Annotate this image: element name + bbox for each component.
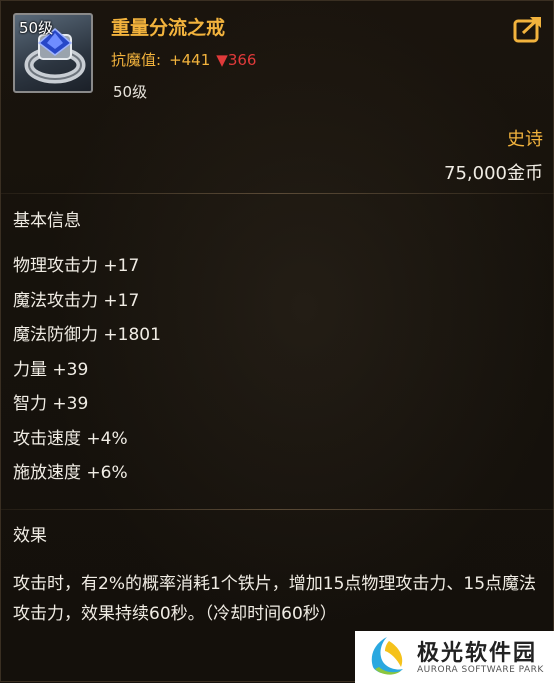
effect-description: 攻击时，有2%的概率消耗1个铁片，增加15点物理攻击力、15点魔法攻击力，效果持…	[13, 574, 537, 624]
share-icon	[513, 17, 541, 43]
watermark-subtitle: AURORA SOFTWARE PARK	[417, 665, 544, 675]
stat-row: 力量 +39	[13, 359, 89, 380]
down-arrow-icon: ▼	[216, 51, 228, 69]
resist-down-number: 366	[227, 51, 257, 69]
item-price: 75,000金币	[444, 163, 543, 184]
divider	[1, 193, 554, 194]
item-rarity: 史诗	[507, 129, 543, 150]
item-level: 50级	[113, 83, 148, 101]
item-name: 重量分流之戒	[111, 17, 226, 39]
item-tooltip-panel: 50级 重量分流之戒 抗魔值: +441 ▼366 50级 史诗 75,000金币 …	[0, 0, 554, 683]
watermark-name: 极光软件园	[417, 641, 538, 666]
divider	[1, 509, 554, 510]
resist-stat-line: 抗魔值: +441 ▼366	[111, 49, 256, 70]
aurora-logo-icon	[371, 637, 403, 675]
basic-info-title: 基本信息	[13, 211, 81, 231]
stat-row: 智力 +39	[13, 394, 89, 414]
stat-row: 魔法防御力 +1801	[13, 325, 161, 345]
item-icon: 50级	[13, 13, 93, 93]
share-button[interactable]	[513, 15, 543, 43]
stat-row: 物理攻击力 +17	[13, 256, 140, 276]
stat-row: 魔法攻击力 +17	[13, 290, 140, 311]
effect-title: 效果	[13, 526, 47, 546]
icon-level-badge: 50级	[19, 19, 54, 37]
stat-row: 施放速度 +6%	[13, 463, 128, 483]
stat-list: 物理攻击力 +17 魔法攻击力 +17 魔法防御力 +1801 力量 +39 智…	[13, 253, 161, 495]
watermark: 极光软件园 AURORA SOFTWARE PARK	[355, 631, 554, 683]
resist-label: 抗魔值:	[111, 51, 162, 69]
stat-row: 攻击速度 +4%	[13, 428, 128, 449]
resist-plus-value: +441	[169, 51, 211, 69]
resist-down-value: ▼366	[216, 51, 256, 69]
